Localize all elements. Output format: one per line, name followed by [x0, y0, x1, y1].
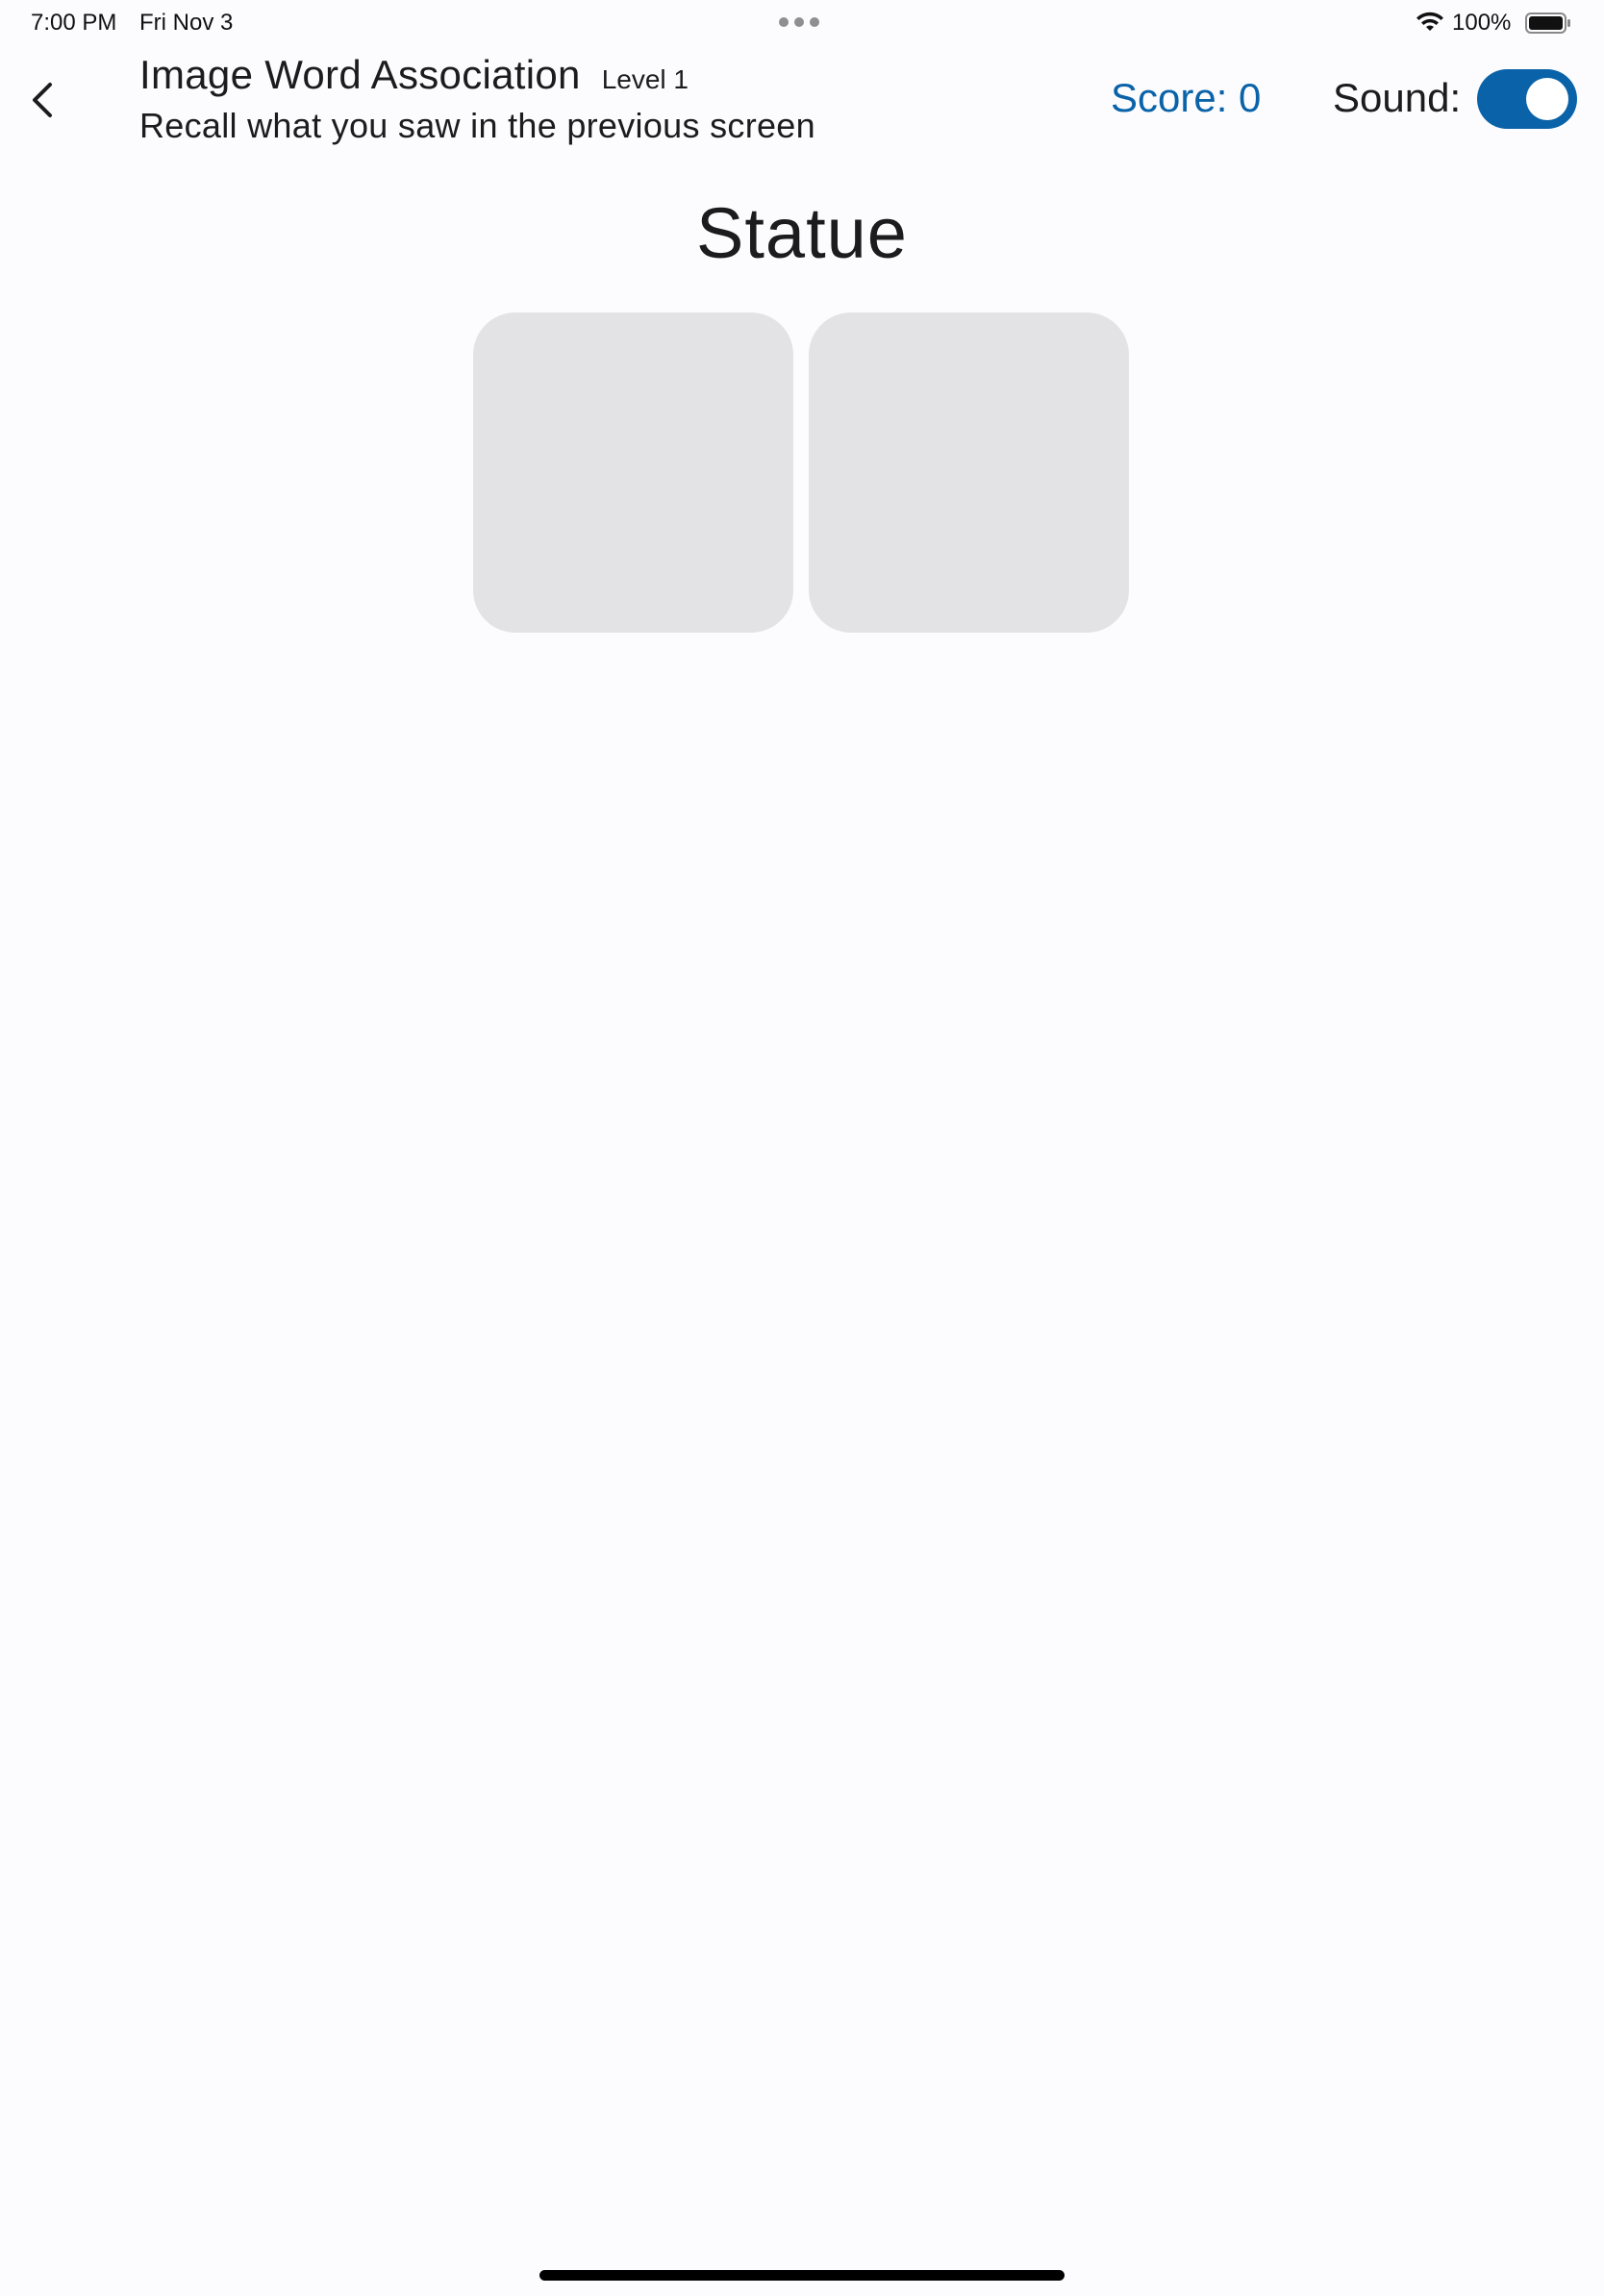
image-choice-card-2[interactable]: [809, 312, 1129, 633]
title-row: Image Word Association Level 1: [139, 52, 689, 98]
back-chevron-icon[interactable]: [25, 75, 63, 125]
toggle-knob: [1526, 78, 1568, 120]
level-label: Level 1: [601, 64, 689, 94]
score-label: Score: 0: [1111, 75, 1262, 120]
sound-toggle[interactable]: [1477, 69, 1577, 129]
app-screen: 7:00 PM Fri Nov 3 100% Image Word Associ…: [0, 0, 1604, 2296]
image-choice-card-1[interactable]: [473, 312, 793, 633]
more-dots-icon[interactable]: [779, 17, 819, 27]
status-date: Fri Nov 3: [139, 10, 234, 36]
battery-icon: [1525, 12, 1570, 34]
battery-percent: 100%: [1452, 10, 1512, 36]
sound-label: Sound:: [1333, 75, 1462, 120]
instructions-subtitle: Recall what you saw in the previous scre…: [139, 106, 815, 145]
page-title: Image Word Association: [139, 52, 581, 97]
wifi-icon: [1416, 12, 1443, 31]
target-word: Statue: [696, 193, 908, 273]
image-choices: [473, 312, 1129, 633]
status-time: 7:00 PM: [31, 10, 117, 36]
home-indicator[interactable]: [539, 2270, 1065, 2281]
status-bar: 7:00 PM Fri Nov 3 100%: [0, 0, 1604, 44]
